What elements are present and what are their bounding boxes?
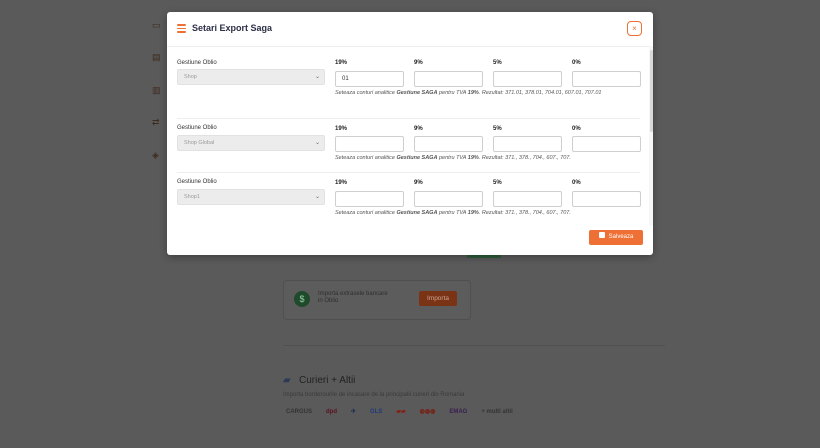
- couriers-section-title: ▰ Curieri + Altii: [283, 375, 356, 386]
- close-button[interactable]: ×: [627, 21, 642, 36]
- vat-0-label: 0%: [572, 126, 581, 132]
- vat-19-input[interactable]: [335, 136, 404, 152]
- chevron-down-icon: ⌄: [314, 140, 320, 146]
- section-divider: [283, 345, 665, 346]
- vat-5-label: 5%: [493, 180, 502, 186]
- vat-9-label: 9%: [414, 126, 423, 132]
- bank-icon: $: [294, 291, 310, 307]
- chevron-down-icon: ⌄: [314, 74, 320, 80]
- gestiune-select[interactable]: Shop ⌄: [177, 69, 325, 85]
- vat-5-input[interactable]: [493, 191, 562, 207]
- fan-courier-logo-icon: ✈: [351, 409, 357, 415]
- settings-list-icon: [177, 24, 186, 33]
- background-accent-bar: [467, 255, 501, 258]
- vat-0-input[interactable]: [572, 71, 641, 87]
- gestiune-label: Gestiune Oblio: [177, 125, 217, 131]
- modal-header: Setari Export Saga ×: [167, 12, 653, 47]
- sidebar-icon: ▥: [152, 85, 161, 95]
- chevron-down-icon: ⌄: [314, 194, 320, 200]
- vat-19-label: 19%: [335, 126, 348, 132]
- vat-9-input[interactable]: [414, 136, 483, 152]
- modal-scrollbar[interactable]: [650, 50, 653, 132]
- vat-5-label: 5%: [493, 60, 502, 66]
- import-bank-card: $ Importa extrasele bancare in Oblio Imp…: [283, 280, 471, 320]
- row-divider: [177, 172, 640, 173]
- vat-19-label: 19%: [335, 180, 348, 186]
- vat-9-input[interactable]: [414, 71, 483, 87]
- import-button[interactable]: Importa: [419, 291, 457, 306]
- more-couriers-text: + multi altii: [481, 408, 513, 415]
- gestiune-label: Gestiune Oblio: [177, 179, 217, 185]
- save-button[interactable]: Salveaza: [589, 230, 643, 245]
- account-hint: Seteaza conturi analitice Gestiune SAGA …: [335, 155, 571, 161]
- account-hint: Seteaza conturi analitice Gestiune SAGA …: [335, 90, 602, 96]
- dpd-logo: dpd: [326, 408, 338, 415]
- vat-9-label: 9%: [414, 180, 423, 186]
- tnt-logo-icon: ◍◍◍: [419, 409, 436, 415]
- gls-logo: GLS: [370, 408, 383, 415]
- truck-icon: ▰: [283, 375, 291, 386]
- gestiune-label: Gestiune Oblio: [177, 60, 217, 66]
- gestiune-select[interactable]: Shop Global ⌄: [177, 135, 325, 151]
- vat-9-label: 9%: [414, 60, 423, 66]
- vat-0-input[interactable]: [572, 191, 641, 207]
- vat-0-input[interactable]: [572, 136, 641, 152]
- cargus-logo: CARGUS: [286, 408, 313, 415]
- couriers-section-subtitle: Importa borderourile de incasare de la p…: [283, 392, 465, 398]
- sidebar-icon: ▤: [152, 52, 161, 62]
- vat-5-label: 5%: [493, 126, 502, 132]
- vat-0-label: 0%: [572, 60, 581, 66]
- export-settings-modal: Setari Export Saga × Gestiune Oblio Shop…: [167, 12, 653, 255]
- post-logo-icon: ▰▰: [396, 409, 406, 415]
- gestiune-select[interactable]: Shop1 ⌄: [177, 189, 325, 205]
- sidebar-icon: ▭: [152, 20, 161, 30]
- vat-19-input[interactable]: [335, 191, 404, 207]
- vat-19-label: 19%: [335, 60, 348, 66]
- sidebar-icon: ◈: [152, 150, 159, 160]
- courier-logos: CARGUS dpd ✈ GLS ▰▰ ◍◍◍ EMAG + multi alt…: [286, 408, 513, 416]
- account-hint: Seteaza conturi analitice Gestiune SAGA …: [335, 210, 571, 216]
- sidebar-icon: ⇄: [152, 117, 160, 127]
- emag-logo: EMAG: [449, 408, 468, 415]
- vat-5-input[interactable]: [493, 136, 562, 152]
- row-divider: [177, 118, 640, 119]
- vat-5-input[interactable]: [493, 71, 562, 87]
- floppy-disk-icon: [598, 232, 605, 239]
- vat-19-input[interactable]: 01: [335, 71, 404, 87]
- vat-0-label: 0%: [572, 180, 581, 186]
- import-card-text: Importa extrasele bancare in Oblio: [318, 291, 388, 304]
- modal-title: Setari Export Saga: [192, 23, 273, 33]
- vat-9-input[interactable]: [414, 191, 483, 207]
